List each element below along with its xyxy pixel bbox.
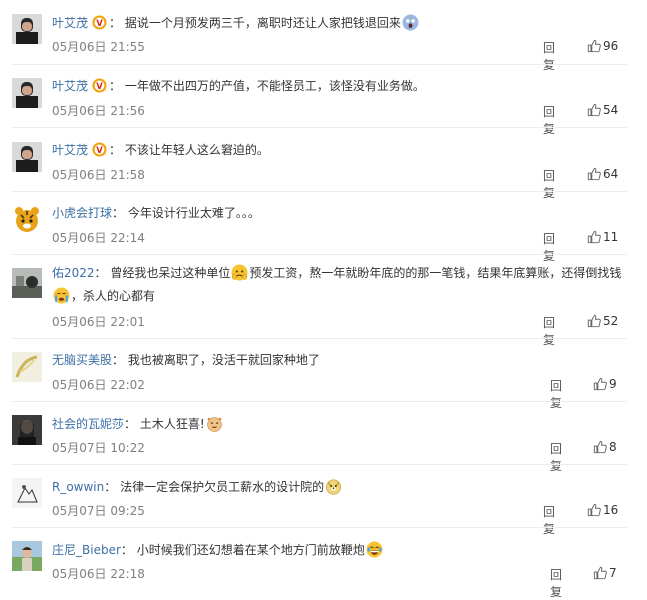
like-count: 9 [609, 377, 617, 391]
timestamp: 05月06日 22:18 [52, 567, 145, 581]
avatar[interactable] [12, 142, 42, 172]
cat-face-icon [206, 415, 223, 432]
divider [12, 127, 627, 128]
username[interactable]: 庄尼_Bieber [52, 543, 121, 557]
like-button[interactable]: 96 [587, 39, 618, 53]
like-button[interactable]: 16 [587, 503, 618, 517]
thumbs-up-icon [587, 503, 601, 517]
timestamp: 05月06日 22:02 [52, 378, 145, 392]
thumbs-up-icon [593, 440, 607, 454]
comment-text: 我也被离职了，没活干就回家种地了 [127, 353, 320, 367]
like-button[interactable]: 11 [587, 230, 618, 244]
thumbs-up-icon [587, 167, 601, 181]
thumbs-up-icon [593, 566, 607, 580]
timestamp: 05月06日 21:55 [52, 40, 145, 54]
like-count: 11 [603, 230, 619, 244]
svg-text:V: V [96, 145, 103, 155]
divider [12, 64, 627, 65]
comment-text: 法律一定会保护欠员工薪水的设计院的 [120, 480, 325, 494]
thumbs-up-icon [587, 230, 601, 244]
comment-text-part-2: 预发工资，熬一年就盼年底的的那一笔钱，结果年底算账，还得倒找钱 [249, 266, 622, 280]
verified-badge-icon: V [92, 142, 107, 157]
username[interactable]: 叶艾茂 [52, 79, 88, 93]
svg-text:V: V [96, 81, 103, 91]
username[interactable]: 叶艾茂 [52, 143, 88, 157]
reply-button[interactable]: 回复 [543, 103, 555, 137]
laughing-tears-icon [366, 541, 383, 558]
username[interactable]: 小虎会打球 [52, 206, 112, 220]
like-button[interactable]: 8 [593, 440, 617, 454]
username[interactable]: 社会的瓦妮莎 [52, 417, 124, 431]
reply-button[interactable]: 回复 [550, 440, 562, 474]
like-count: 7 [609, 566, 617, 580]
thumbs-up-icon [587, 103, 601, 117]
avatar[interactable] [12, 14, 42, 44]
timestamp: 05月06日 21:56 [52, 104, 145, 118]
avatar[interactable] [12, 78, 42, 108]
comment-text: 今年设计行业太难了。。。 [127, 206, 260, 220]
like-button[interactable]: 7 [593, 566, 617, 580]
like-button[interactable]: 64 [587, 167, 618, 181]
username[interactable]: 无脑买美股 [52, 353, 112, 367]
comment-text: 据说一个月预发两三千，离职时还让人家把钱退回来 [124, 16, 401, 30]
username[interactable]: R_owwin [52, 480, 104, 494]
username[interactable]: 叶艾茂 [52, 16, 88, 30]
comment-text: 小时候我们还幻想着在某个地方门前放鞭炮 [136, 543, 365, 557]
thumbs-up-icon [587, 39, 601, 53]
avatar[interactable] [12, 268, 42, 298]
like-count: 52 [603, 314, 619, 328]
timestamp: 05月07日 10:22 [52, 441, 145, 455]
comment-list: 叶艾茂 V： 据说一个月预发两三千，离职时还让人家把钱退回来 05月06日 21:… [0, 0, 647, 599]
reply-button[interactable]: 回复 [550, 377, 562, 411]
like-count: 64 [603, 167, 619, 181]
nervous-face-icon [231, 264, 248, 281]
verified-badge-icon: V [92, 15, 107, 30]
comment-text: 土木人狂喜! [139, 417, 205, 431]
timestamp: 05月06日 22:14 [52, 231, 145, 245]
avatar[interactable] [12, 541, 42, 571]
thumbs-up-icon [593, 377, 607, 391]
like-count: 8 [609, 440, 617, 454]
divider [12, 527, 627, 528]
avatar[interactable] [12, 415, 42, 445]
reply-button[interactable]: 回复 [543, 314, 555, 348]
avatar[interactable] [12, 478, 42, 508]
divider [12, 191, 627, 192]
timestamp: 05月06日 22:01 [52, 315, 145, 329]
divider [12, 338, 627, 339]
like-button[interactable]: 54 [587, 103, 618, 117]
shocked-face-icon [402, 14, 419, 31]
reply-button[interactable]: 回复 [543, 230, 555, 264]
like-button[interactable]: 52 [587, 314, 618, 328]
comment-text-part-1: 曾经我也呆过这种单位 [110, 266, 231, 280]
like-count: 54 [603, 103, 619, 117]
doge-icon [325, 478, 342, 495]
comment-text: 一年做不出四万的产值，不能怪员工，该怪没有业务做。 [124, 79, 425, 93]
reply-button[interactable]: 回复 [550, 566, 562, 600]
divider [12, 464, 627, 465]
avatar[interactable] [12, 352, 42, 382]
thumbs-up-icon [587, 314, 601, 328]
like-count: 16 [603, 503, 619, 517]
username[interactable]: 佑2022 [52, 266, 95, 280]
comment-text: 不该让年轻人这么窘迫的。 [124, 143, 269, 157]
reply-button[interactable]: 回复 [543, 39, 555, 73]
timestamp: 05月06日 21:58 [52, 168, 145, 182]
avatar[interactable] [12, 205, 42, 235]
like-count: 96 [603, 39, 619, 53]
divider [12, 254, 627, 255]
comment-text-part-3: ，杀人的心都有 [71, 289, 156, 303]
divider [12, 401, 627, 402]
crying-face-icon [53, 287, 70, 304]
verified-badge-icon: V [92, 78, 107, 93]
like-button[interactable]: 9 [593, 377, 617, 391]
svg-text:V: V [96, 18, 103, 28]
reply-button[interactable]: 回复 [543, 503, 555, 537]
timestamp: 05月07日 09:25 [52, 504, 145, 518]
reply-button[interactable]: 回复 [543, 167, 555, 201]
